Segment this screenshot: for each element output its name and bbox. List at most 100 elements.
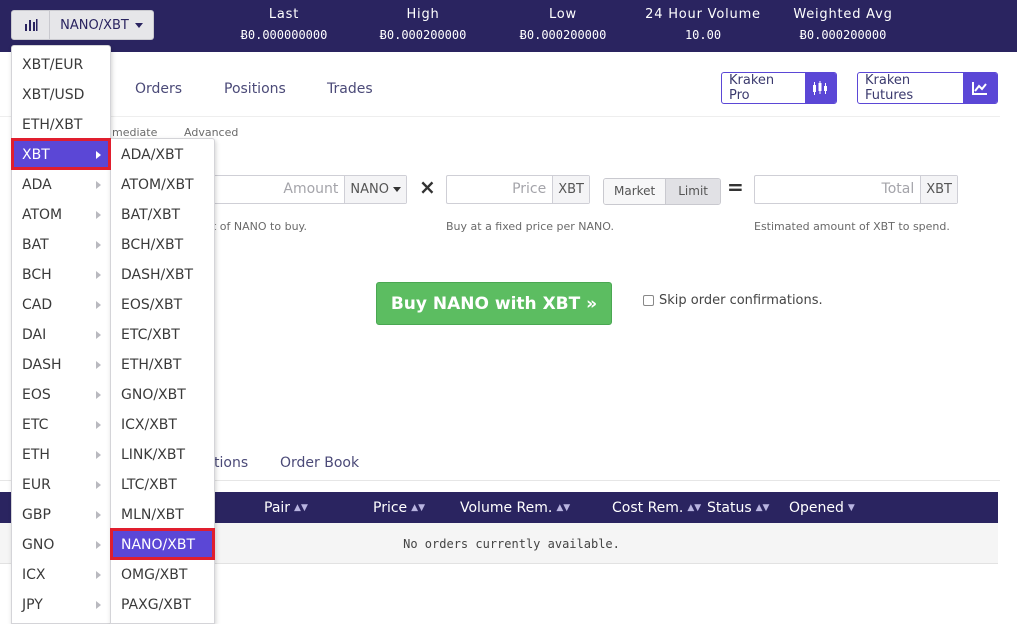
menu-item-label: ETC/XBT [121, 327, 180, 343]
menu-item-dash[interactable]: DASH [12, 350, 110, 380]
menu-item-label: OMG/XBT [121, 567, 188, 583]
bar-chart-icon [24, 19, 37, 31]
amount-unit-label: NANO [350, 182, 389, 197]
menu-item-label: CAD [22, 297, 53, 313]
sort-desc-icon: ▼ [847, 503, 855, 513]
submenu-item-eth-xbt[interactable]: ETH/XBT [111, 350, 214, 380]
menu-item-dai[interactable]: DAI [12, 320, 110, 350]
menu-item-label: BCH [22, 267, 52, 283]
stat-label: Low [548, 7, 577, 22]
total-placeholder: Total [881, 181, 915, 197]
stat-low: Low Ƀ0.000200000 [515, 7, 611, 42]
chevron-right-icon [96, 421, 101, 429]
submenu-item-bch-xbt[interactable]: BCH/XBT [111, 230, 214, 260]
stat-volume: 24 Hour Volume 10.00 [638, 7, 768, 42]
chevron-right-icon [96, 241, 101, 249]
menu-item-bch[interactable]: BCH [12, 260, 110, 290]
column-price[interactable]: Price ▲▼ [373, 500, 425, 516]
menu-item-jpy[interactable]: JPY [12, 590, 110, 620]
skip-confirmations-checkbox[interactable] [643, 295, 654, 306]
column-status[interactable]: Status ▲▼ [707, 500, 769, 516]
caret-down-icon [393, 187, 401, 192]
menu-item-label: BAT/XBT [121, 207, 181, 223]
submenu-item-etc-xbt[interactable]: ETC/XBT [111, 320, 214, 350]
order-type-market[interactable]: Market [604, 179, 666, 204]
amount-unit-select[interactable]: NANO [344, 176, 406, 203]
menu-item-label: ETH/XBT [121, 357, 182, 373]
menu-item-gbp[interactable]: GBP [12, 500, 110, 530]
submenu-item-eos-xbt[interactable]: EOS/XBT [111, 290, 214, 320]
menu-item-label: ADA [22, 177, 52, 193]
skip-confirmations[interactable]: Skip order confirmations. [643, 293, 823, 308]
chevron-right-icon [96, 301, 101, 309]
column-cost-rem[interactable]: Cost Rem. ▲▼ [612, 500, 701, 516]
column-volume-rem[interactable]: Volume Rem. ▲▼ [460, 500, 570, 516]
price-field[interactable]: Price XBT [446, 175, 590, 204]
tab-positions-lower[interactable]: tions [214, 455, 248, 471]
menu-item-cad[interactable]: CAD [12, 290, 110, 320]
tab-trades[interactable]: Trades [327, 81, 373, 97]
stat-label: Weighted Avg [793, 7, 893, 22]
kraken-pro-label: Kraken Pro [729, 73, 775, 103]
kraken-futures-button[interactable]: Kraken Futures [857, 72, 998, 104]
tab-order-book[interactable]: Order Book [280, 455, 359, 471]
menu-item-label: DASH/XBT [121, 267, 193, 283]
menu-item-label: GNO [22, 537, 55, 553]
menu-item-xbt-usd[interactable]: XBT/USD [12, 80, 110, 110]
sort-icon: ▲▼ [687, 503, 702, 513]
menu-item-atom[interactable]: ATOM [12, 200, 110, 230]
menu-item-icx[interactable]: ICX [12, 560, 110, 590]
menu-item-xbt-eur[interactable]: XBT/EUR [12, 50, 110, 80]
menu-item-bat[interactable]: BAT [12, 230, 110, 260]
menu-item-eos[interactable]: EOS [12, 380, 110, 410]
price-placeholder: Price [512, 181, 547, 197]
column-pair[interactable]: Pair ▲▼ [264, 500, 308, 516]
order-type-limit[interactable]: Limit [665, 179, 720, 204]
submenu-item-bat-xbt[interactable]: BAT/XBT [111, 200, 214, 230]
chart-toggle-button[interactable] [11, 10, 50, 40]
menu-item-label: EUR [22, 477, 51, 493]
stat-value: 10.00 [684, 28, 722, 42]
ticker-bar: NANO/XBT Last Ƀ0.000000000 High Ƀ0.00020… [0, 0, 1017, 52]
submenu-item-mln-xbt[interactable]: MLN/XBT [111, 500, 214, 530]
column-label: Cost Rem. [612, 500, 684, 516]
chevron-right-icon [96, 391, 101, 399]
submenu-item-dash-xbt[interactable]: DASH/XBT [111, 260, 214, 290]
total-field[interactable]: Total XBT [754, 175, 958, 204]
column-label: Status [707, 500, 752, 516]
stat-value: Ƀ0.000000000 [240, 28, 328, 42]
highlight-xbt [11, 138, 111, 170]
menu-item-eth-xbt[interactable]: ETH/XBT [12, 110, 110, 140]
line-chart-icon [963, 73, 997, 103]
kraken-pro-button[interactable]: Kraken Pro [721, 72, 837, 104]
menu-item-etc[interactable]: ETC [12, 410, 110, 440]
submenu-item-ltc-xbt[interactable]: LTC/XBT [111, 470, 214, 500]
column-label: Price [373, 500, 408, 516]
pair-selector-button[interactable]: NANO/XBT [50, 10, 154, 40]
menu-item-eth[interactable]: ETH [12, 440, 110, 470]
column-label: Opened [789, 500, 844, 516]
tab-positions[interactable]: Positions [224, 81, 286, 97]
submenu-item-omg-xbt[interactable]: OMG/XBT [111, 560, 214, 590]
menu-item-eur[interactable]: EUR [12, 470, 110, 500]
menu-item-gno[interactable]: GNO [12, 530, 110, 560]
submenu-item-icx-xbt[interactable]: ICX/XBT [111, 410, 214, 440]
amount-field[interactable]: Amount NANO [212, 175, 407, 204]
submenu-item-atom-xbt[interactable]: ATOM/XBT [111, 170, 214, 200]
tab-orders[interactable]: Orders [135, 81, 182, 97]
sort-icon: ▲▼ [294, 503, 308, 513]
submenu-item-ada-xbt[interactable]: ADA/XBT [111, 140, 214, 170]
submenu-item-link-xbt[interactable]: LINK/XBT [111, 440, 214, 470]
chevron-right-icon [96, 331, 101, 339]
candlestick-icon [804, 73, 836, 103]
chevron-right-icon [96, 511, 101, 519]
chevron-right-icon [96, 451, 101, 459]
submenu-item-gno-xbt[interactable]: GNO/XBT [111, 380, 214, 410]
column-opened[interactable]: Opened ▼ [789, 500, 855, 516]
buy-button[interactable]: Buy NANO with XBT » [376, 282, 612, 325]
pair-dropdown-menu: XBT/EUR XBT/USD ETH/XBT XBT ADA ATOM BAT… [11, 45, 111, 624]
menu-item-label: PAXG/XBT [121, 597, 192, 613]
chevron-right-icon [96, 571, 101, 579]
submenu-item-paxg-xbt[interactable]: PAXG/XBT [111, 590, 214, 620]
menu-item-ada[interactable]: ADA [12, 170, 110, 200]
